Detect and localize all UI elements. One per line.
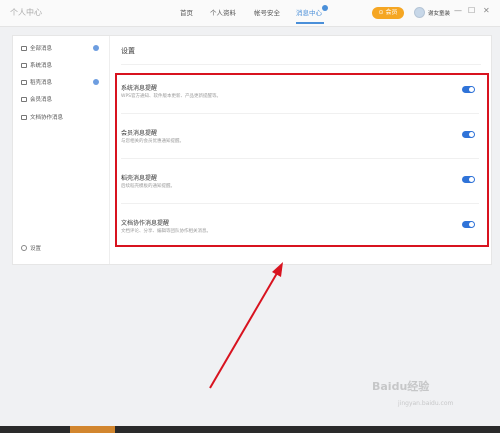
watermark-logo: Baidu经验: [372, 380, 430, 393]
watermark-url: jingyan.baidu.com: [398, 400, 454, 407]
taskbar-app[interactable]: [70, 426, 115, 433]
taskbar: [0, 426, 500, 433]
annotation-arrow: [209, 262, 283, 389]
